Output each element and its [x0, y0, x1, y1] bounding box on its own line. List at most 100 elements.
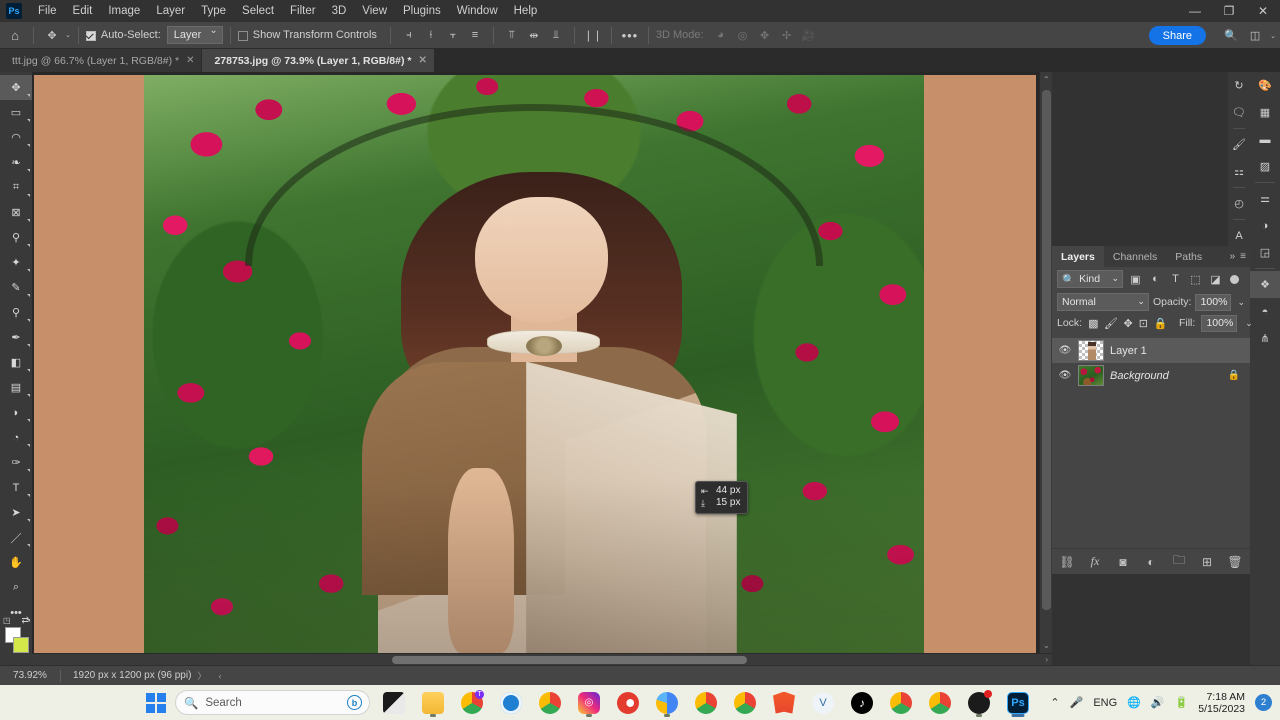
taskbar-search-box[interactable]: 🔍 Search b: [175, 690, 370, 715]
link-layers-icon[interactable]: ⛓: [1059, 554, 1074, 569]
taskbar-app-opera[interactable]: [613, 688, 643, 718]
libraries-panel-icon[interactable]: ◲: [1250, 239, 1280, 266]
menu-plugins[interactable]: Plugins: [395, 2, 449, 20]
spot-healing-brush-tool[interactable]: ✦: [0, 250, 32, 275]
lock-all-icon[interactable]: 🔒: [1154, 317, 1168, 330]
fill-value[interactable]: 100%: [1201, 314, 1238, 332]
scrollbar-thumb[interactable]: [392, 656, 747, 664]
menu-window[interactable]: Window: [449, 2, 506, 20]
menu-edit[interactable]: Edit: [65, 2, 101, 20]
filter-type-icon[interactable]: T: [1168, 271, 1183, 287]
horizontal-type-tool[interactable]: T: [0, 475, 32, 500]
move-tool[interactable]: ✥: [0, 75, 32, 100]
brushes-panel-icon[interactable]: ⚏: [1228, 158, 1250, 185]
brush-settings-icon[interactable]: 🖌: [1228, 131, 1250, 158]
notification-count-badge[interactable]: 2: [1255, 694, 1272, 711]
minimize-button[interactable]: —: [1178, 0, 1212, 22]
taskbar-app-file-explorer[interactable]: [418, 688, 448, 718]
layers-panel-icon[interactable]: ❖: [1250, 271, 1280, 298]
align-horizontal-centers-icon[interactable]: ⟊: [420, 25, 442, 46]
rectangular-marquee-tool[interactable]: ▭: [0, 100, 32, 125]
character-panel-icon[interactable]: A: [1228, 222, 1250, 249]
lock-image-pixels-icon[interactable]: 🖌: [1104, 317, 1118, 330]
volume-icon[interactable]: 🔊: [1151, 696, 1165, 709]
clock[interactable]: 7:18 AM 5/15/2023: [1198, 691, 1245, 715]
menu-filter[interactable]: Filter: [282, 2, 324, 20]
auto-select-group[interactable]: Auto-Select: Layer: [85, 25, 223, 44]
filter-kind-dropdown[interactable]: 🔍 Kind ⌄: [1057, 270, 1123, 288]
new-layer-icon[interactable]: ⊞: [1200, 554, 1215, 569]
taskbar-app-file-explorer-dark[interactable]: [379, 688, 409, 718]
close-icon[interactable]: ✕: [418, 55, 426, 66]
taskbar-app-chrome-1[interactable]: [886, 688, 916, 718]
layer-thumbnail[interactable]: [1078, 365, 1104, 386]
status-prev-icon[interactable]: ‹: [212, 671, 227, 681]
taskbar-app-chrome-beta-n[interactable]: [730, 688, 760, 718]
canvas-horizontal-scrollbar[interactable]: ›: [32, 653, 1052, 665]
history-panel-icon[interactable]: ↻: [1228, 72, 1250, 99]
fill-chevron-icon[interactable]: ⌄: [1245, 318, 1253, 329]
menu-layer[interactable]: Layer: [148, 2, 193, 20]
auto-select-scope-dropdown[interactable]: Layer: [166, 25, 223, 44]
layer-row-background[interactable]: 👁 Background 🔒: [1052, 363, 1250, 388]
taskbar-app-microsoft-store[interactable]: [496, 688, 526, 718]
layer-style-icon[interactable]: fx: [1088, 554, 1103, 569]
filter-smart-object-icon[interactable]: ◪: [1208, 271, 1223, 287]
swap-colors-icon[interactable]: ⇄: [21, 615, 29, 626]
layer-name[interactable]: Background: [1110, 370, 1222, 382]
color-panel-icon[interactable]: 🎨: [1250, 72, 1280, 99]
canvas-area[interactable]: ⇤ 44 px ⤓ 15 px ⌃ ⌄ ›: [32, 72, 1052, 665]
taskbar-app-brave[interactable]: [769, 688, 799, 718]
clone-stamp-tool[interactable]: ⚲: [0, 300, 32, 325]
document-canvas[interactable]: [34, 75, 1036, 653]
delete-layer-icon[interactable]: 🗑: [1227, 554, 1242, 569]
layer-visibility-icon[interactable]: 👁: [1058, 370, 1072, 381]
path-selection-tool[interactable]: ➤: [0, 500, 32, 525]
taskbar-app-chrome-beta[interactable]: [535, 688, 565, 718]
network-icon[interactable]: 🌐: [1127, 696, 1141, 709]
scroll-right-icon[interactable]: ›: [1045, 655, 1048, 664]
align-right-edges-icon[interactable]: ⫟: [442, 25, 464, 46]
distribute-vertical-icon[interactable]: ⫫: [545, 25, 567, 46]
lasso-tool[interactable]: ◠: [0, 125, 32, 150]
channels-panel-icon[interactable]: ◓: [1250, 298, 1280, 325]
chevron-down-icon[interactable]: ⌄: [1137, 296, 1145, 307]
background-color-swatch[interactable]: [13, 637, 29, 653]
default-colors-icon[interactable]: ◳: [3, 616, 11, 625]
lock-artboard-icon[interactable]: ⊡: [1139, 317, 1148, 330]
tray-expand-icon[interactable]: ⌃: [1050, 696, 1059, 709]
chevron-down-icon[interactable]: ⌄: [1111, 273, 1119, 284]
restore-button[interactable]: ❐: [1212, 0, 1246, 22]
new-group-icon[interactable]: 🗀: [1172, 553, 1187, 569]
properties-panel-icon[interactable]: ◑: [1250, 212, 1280, 239]
hand-tool[interactable]: ✋: [0, 550, 32, 575]
dodge-tool[interactable]: ◔: [0, 425, 32, 450]
layer-name[interactable]: Layer 1: [1110, 345, 1250, 357]
windows-start-button[interactable]: [146, 692, 166, 713]
align-bottom-edges-icon[interactable]: ≡: [464, 25, 486, 46]
swatches-panel-icon[interactable]: ▦: [1250, 99, 1280, 126]
auto-select-checkbox[interactable]: [85, 31, 96, 41]
adjustment-layer-icon[interactable]: ◐: [1144, 554, 1159, 569]
align-top-edges-icon[interactable]: ⫪: [501, 25, 523, 46]
filter-pixel-icon[interactable]: ▣: [1128, 271, 1143, 287]
gradient-tool[interactable]: ▤: [0, 375, 32, 400]
layer-mask-icon[interactable]: ◙: [1116, 554, 1131, 569]
lock-transparent-pixels-icon[interactable]: ▩: [1088, 317, 1098, 330]
canvas-vertical-scrollbar[interactable]: ⌃ ⌄: [1039, 72, 1052, 653]
close-icon[interactable]: ✕: [186, 55, 194, 66]
distribute-horizontal-icon[interactable]: ❘❘: [582, 25, 604, 46]
layer-visibility-icon[interactable]: 👁: [1058, 345, 1072, 356]
share-button[interactable]: Share: [1148, 26, 1206, 45]
collapse-panel-icon[interactable]: »: [1230, 251, 1236, 262]
taskbar-app-chrome-profile-t[interactable]: T: [457, 688, 487, 718]
filter-adjustment-icon[interactable]: ◐: [1148, 271, 1163, 287]
adjustments-panel-icon[interactable]: ⚌: [1250, 185, 1280, 212]
bing-chat-icon[interactable]: b: [347, 695, 362, 710]
taskbar-app-instagram[interactable]: ◎: [574, 688, 604, 718]
chevron-down-icon[interactable]: ⌄: [1270, 32, 1276, 40]
scrollbar-thumb[interactable]: [1042, 90, 1051, 610]
menu-type[interactable]: Type: [193, 2, 234, 20]
tab-layers[interactable]: Layers: [1052, 246, 1104, 267]
taskbar-app-chrome-canary[interactable]: [652, 688, 682, 718]
